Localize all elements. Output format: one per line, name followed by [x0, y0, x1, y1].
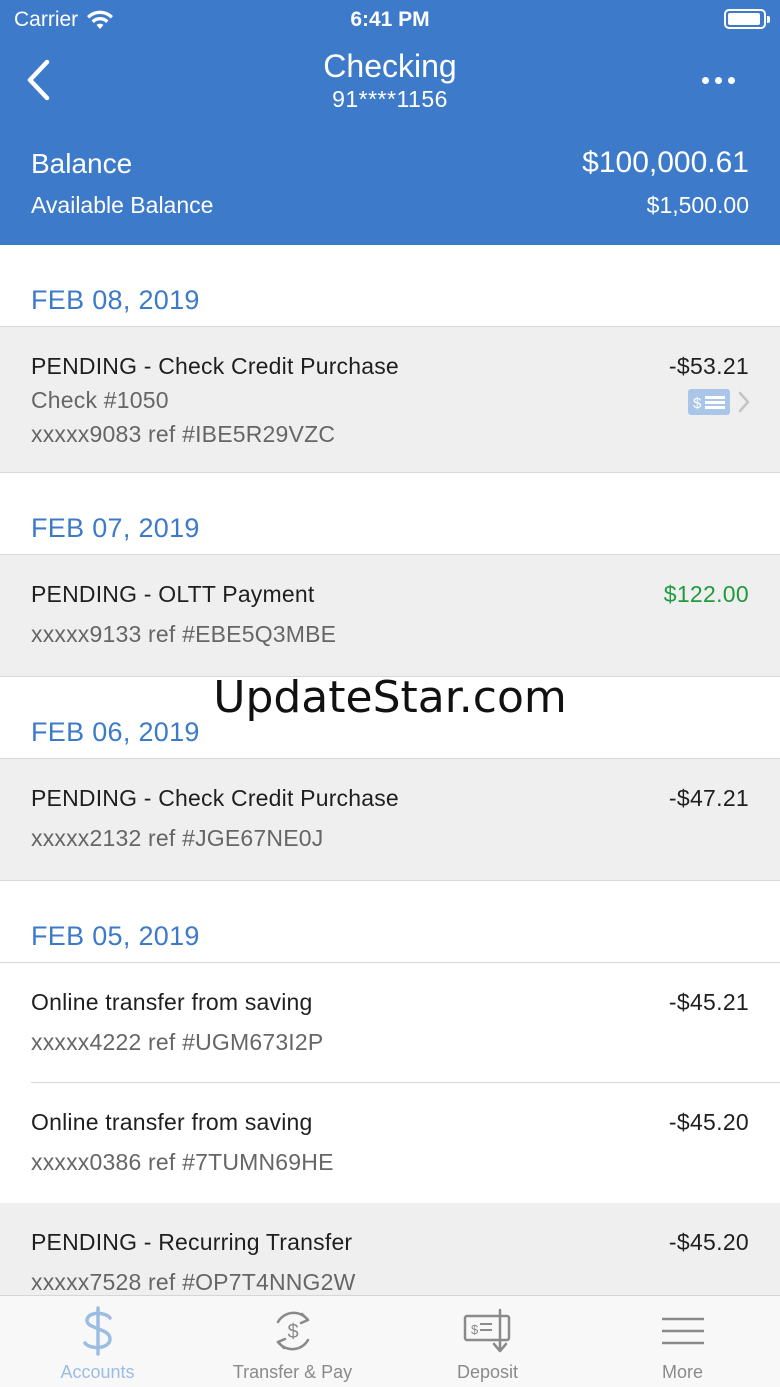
svg-text:$: $: [693, 395, 702, 412]
available-balance-value: $1,500.00: [646, 192, 749, 218]
deposit-check-icon: $: [463, 1308, 510, 1353]
status-bar: Carrier 6:41 PM: [0, 0, 780, 40]
date-header: FEB 07, 2019: [0, 473, 780, 555]
transaction-description: PENDING - OLTT Payment: [31, 581, 315, 607]
page-title: Checking: [323, 48, 457, 84]
tab-bar: Accounts $ Transfer & Pay $ Deposit More: [0, 1295, 780, 1387]
date-header-text: FEB 08, 2019: [31, 285, 200, 315]
transaction-amount: $122.00: [663, 581, 749, 607]
battery-icon: [724, 9, 770, 29]
account-header: Carrier 6:41 PM Checking 91****1156 Bala…: [0, 0, 780, 245]
transaction-amount: -$47.21: [668, 785, 749, 811]
tab-deposit[interactable]: $ Deposit: [390, 1296, 585, 1387]
more-options-button[interactable]: [690, 62, 746, 98]
tab-label: Transfer & Pay: [232, 1362, 353, 1382]
account-detail-screen: Carrier 6:41 PM Checking 91****1156 Bala…: [0, 0, 780, 1387]
transaction-list[interactable]: FEB 08, 2019 PENDING - Check Credit Purc…: [0, 245, 780, 1325]
date-header: FEB 05, 2019: [0, 881, 780, 963]
tab-label: Accounts: [60, 1362, 135, 1382]
transaction-amount: -$45.20: [668, 1229, 749, 1255]
date-header: FEB 08, 2019: [0, 245, 780, 327]
ellipsis-dot-icon: [727, 76, 735, 84]
date-header-text: FEB 05, 2019: [31, 921, 200, 951]
check-image-icon: $: [688, 389, 730, 415]
transaction-description: PENDING - Check Credit Purchase: [31, 353, 399, 379]
tab-accounts[interactable]: Accounts: [0, 1296, 195, 1387]
transaction-description: PENDING - Recurring Transfer: [31, 1229, 353, 1255]
balance-label: Balance: [31, 148, 133, 179]
ellipsis-dot-icon: [701, 76, 709, 84]
tab-more[interactable]: More: [585, 1296, 780, 1387]
watermark-text: UpdateStar.com: [213, 672, 567, 723]
tab-label: More: [661, 1362, 703, 1382]
chevron-right-icon: [738, 391, 750, 413]
transaction-reference: xxxxx9083 ref #IBE5R29VZC: [31, 421, 336, 447]
balance-value: $100,000.61: [582, 146, 749, 179]
battery-level: [728, 13, 761, 25]
transfer-pay-icon: $: [276, 1311, 309, 1351]
transaction-row[interactable]: PENDING - OLTT Payment xxxxx9133 ref #EB…: [0, 555, 780, 677]
date-header-text: FEB 07, 2019: [31, 513, 200, 543]
status-time: 6:41 PM: [350, 8, 430, 31]
svg-text:$: $: [471, 1322, 479, 1337]
transaction-description: Online transfer from saving: [31, 1109, 313, 1135]
transaction-amount: -$53.21: [668, 353, 749, 379]
transaction-row[interactable]: PENDING - Check Credit Purchase Check #1…: [0, 327, 780, 473]
tab-transfer-pay[interactable]: $ Transfer & Pay: [195, 1296, 390, 1387]
transaction-reference: xxxxx4222 ref #UGM673I2P: [31, 1029, 324, 1055]
dollar-icon: [82, 1306, 112, 1356]
transaction-reference: xxxxx2132 ref #JGE67NE0J: [31, 825, 324, 851]
ellipsis-dot-icon: [714, 76, 722, 84]
transaction-description: Online transfer from saving: [31, 989, 313, 1015]
transaction-description: PENDING - Check Credit Purchase: [31, 785, 399, 811]
transaction-amount: -$45.20: [668, 1109, 749, 1135]
transaction-reference: xxxxx9133 ref #EBE5Q3MBE: [31, 621, 337, 647]
transaction-row[interactable]: Online transfer from saving xxxxx4222 re…: [0, 963, 780, 1083]
transaction-reference: xxxxx0386 ref #7TUMN69HE: [31, 1149, 334, 1175]
tab-label: Deposit: [456, 1362, 519, 1382]
transaction-reference: xxxxx7528 ref #OP7T4NNG2W: [31, 1269, 356, 1295]
transaction-amount: -$45.21: [668, 989, 749, 1015]
menu-icon: [661, 1317, 704, 1345]
check-number: Check #1050: [31, 387, 169, 413]
svg-text:$: $: [287, 1321, 298, 1343]
transaction-row[interactable]: PENDING - Check Credit Purchase xxxxx213…: [0, 759, 780, 881]
transaction-row[interactable]: Online transfer from saving xxxxx0386 re…: [0, 1083, 780, 1203]
account-number: 91****1156: [332, 86, 448, 112]
available-balance-label: Available Balance: [31, 192, 214, 218]
check-image-link[interactable]: $: [688, 389, 750, 415]
